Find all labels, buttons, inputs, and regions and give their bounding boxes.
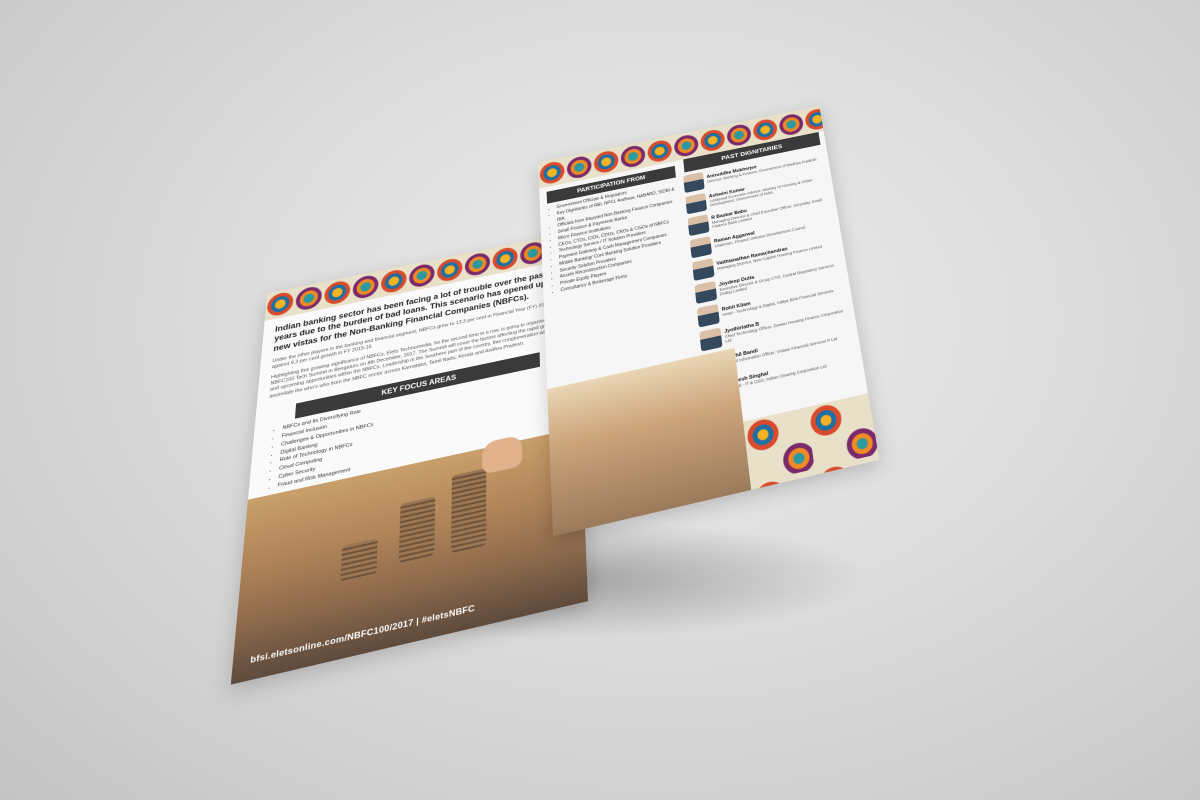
avatar xyxy=(698,327,723,352)
brochure-right-page: PARTICIPATION FROM Government Officials … xyxy=(538,106,880,537)
avatar xyxy=(682,171,705,194)
avatar xyxy=(689,236,712,259)
avatar xyxy=(687,214,710,237)
avatar xyxy=(696,303,720,328)
avatar xyxy=(684,192,707,215)
mandala-corner xyxy=(743,393,880,490)
coin-stack xyxy=(340,538,378,583)
avatar xyxy=(691,258,715,282)
event-url: bfsi.eletsonline.com/NBFC100/2017 | #ele… xyxy=(249,602,475,666)
avatar xyxy=(694,280,717,305)
coins-photo-right xyxy=(547,347,752,537)
coin-stack xyxy=(450,468,487,554)
coin-stack xyxy=(398,496,436,563)
